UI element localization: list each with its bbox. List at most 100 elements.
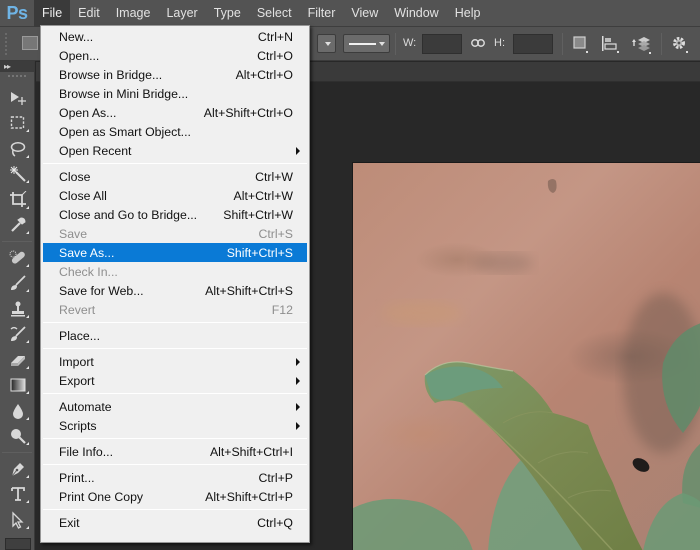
menu-file[interactable]: File bbox=[34, 0, 71, 27]
menu-window[interactable]: Window bbox=[386, 0, 446, 27]
brush-tool-icon[interactable] bbox=[0, 271, 35, 297]
settings-gear-icon[interactable] bbox=[671, 35, 691, 55]
menu-item-print-one-copy[interactable]: Print One Copy Alt+Shift+Ctrl+P bbox=[43, 487, 307, 506]
menu-layer[interactable]: Layer bbox=[158, 0, 205, 27]
menu-item-new[interactable]: New... Ctrl+N bbox=[43, 27, 307, 46]
shortcut-label: Ctrl+O bbox=[257, 48, 293, 63]
menu-item-label: Close All bbox=[59, 188, 107, 203]
menu-item-label: Open... bbox=[59, 48, 100, 63]
blur-tool-icon[interactable] bbox=[0, 398, 35, 424]
menu-item-save-as[interactable]: Save As... Shift+Ctrl+S bbox=[43, 243, 307, 262]
shortcut-label: Ctrl+W bbox=[255, 169, 293, 184]
shortcut-label: Alt+Shift+Ctrl+P bbox=[205, 489, 293, 504]
menu-item-label: Open as Smart Object... bbox=[59, 124, 191, 139]
eyedropper-tool-icon[interactable] bbox=[0, 213, 35, 239]
rectangular-marquee-tool-icon[interactable] bbox=[0, 111, 35, 137]
shortcut-label: Alt+Ctrl+O bbox=[235, 67, 293, 82]
menu-item-label: Scripts bbox=[59, 418, 97, 433]
menu-item-label: Automate bbox=[59, 399, 112, 414]
menu-item-automate[interactable]: Automate bbox=[43, 397, 307, 416]
menu-item-exit[interactable]: Exit Ctrl+Q bbox=[43, 513, 307, 532]
menu-item-export[interactable]: Export bbox=[43, 371, 307, 390]
history-brush-tool-icon[interactable] bbox=[0, 322, 35, 348]
menu-separator bbox=[43, 322, 307, 323]
height-label: H: bbox=[494, 37, 505, 49]
magic-wand-tool-icon[interactable] bbox=[0, 162, 35, 188]
menu-help[interactable]: Help bbox=[447, 0, 489, 27]
menu-view[interactable]: View bbox=[343, 0, 386, 27]
crop-tool-icon[interactable] bbox=[0, 187, 35, 213]
spot-healing-brush-tool-icon[interactable] bbox=[0, 245, 35, 271]
menu-type[interactable]: Type bbox=[206, 0, 249, 27]
menu-item-import[interactable]: Import bbox=[43, 352, 307, 371]
menu-select[interactable]: Select bbox=[249, 0, 300, 27]
divider bbox=[661, 33, 662, 55]
menu-item-label: Exit bbox=[59, 515, 80, 530]
submenu-arrow-icon bbox=[296, 147, 300, 155]
lasso-tool-icon[interactable] bbox=[0, 136, 35, 162]
menu-item-open-recent[interactable]: Open Recent bbox=[43, 141, 307, 160]
menu-item-scripts[interactable]: Scripts bbox=[43, 416, 307, 435]
menu-item-label: Save bbox=[59, 226, 88, 241]
menu-separator bbox=[43, 438, 307, 439]
menu-separator bbox=[43, 509, 307, 510]
stroke-type-dropdown[interactable] bbox=[343, 34, 390, 53]
divider bbox=[395, 33, 396, 55]
pen-tool-icon[interactable] bbox=[0, 456, 35, 482]
menu-edit[interactable]: Edit bbox=[70, 0, 108, 27]
menu-item-place[interactable]: Place... bbox=[43, 326, 307, 345]
menu-item-print[interactable]: Print... Ctrl+P bbox=[43, 468, 307, 487]
shortcut-label: Shift+Ctrl+W bbox=[223, 207, 293, 222]
stroke-line-preview bbox=[349, 43, 376, 45]
menu-image[interactable]: Image bbox=[108, 0, 159, 27]
submenu-arrow-icon bbox=[296, 403, 300, 411]
menu-item-close-and-go-to-bridge[interactable]: Close and Go to Bridge... Shift+Ctrl+W bbox=[43, 205, 307, 224]
shortcut-label: Alt+Shift+Ctrl+I bbox=[209, 444, 293, 459]
submenu-arrow-icon bbox=[296, 358, 300, 366]
menu-item-open[interactable]: Open... Ctrl+O bbox=[43, 46, 307, 65]
menu-separator bbox=[43, 393, 307, 394]
menu-item-label: Check In... bbox=[59, 264, 118, 279]
menu-item-label: Save for Web... bbox=[59, 283, 144, 298]
shortcut-label: Alt+Shift+Ctrl+O bbox=[203, 105, 293, 120]
menu-item-revert: Revert F12 bbox=[43, 300, 307, 319]
menu-item-browse-in-mini-bridge[interactable]: Browse in Mini Bridge... bbox=[43, 84, 307, 103]
link-icon[interactable] bbox=[471, 39, 485, 47]
menu-item-label: Place... bbox=[59, 328, 101, 343]
width-label: W: bbox=[403, 37, 417, 49]
gradient-tool-icon[interactable] bbox=[0, 373, 35, 399]
menu-item-browse-in-bridge[interactable]: Browse in Bridge... Alt+Ctrl+O bbox=[43, 65, 307, 84]
eraser-tool-icon[interactable] bbox=[0, 347, 35, 373]
dodge-tool-icon[interactable] bbox=[0, 424, 35, 450]
tools-panel-collapse-button[interactable]: ▸▸ bbox=[0, 61, 34, 72]
menu-item-label: Save As... bbox=[59, 245, 115, 260]
document-canvas[interactable] bbox=[352, 162, 700, 550]
height-field[interactable] bbox=[513, 34, 553, 54]
path-arrangement-icon[interactable] bbox=[630, 35, 651, 55]
shortcut-label: Ctrl+Q bbox=[257, 515, 293, 530]
options-bar-grip[interactable] bbox=[5, 33, 11, 55]
menu-item-label: Open Recent bbox=[59, 143, 132, 158]
path-selection-tool-icon[interactable] bbox=[0, 507, 35, 533]
menu-item-close[interactable]: Close Ctrl+W bbox=[43, 167, 307, 186]
menu-item-save-for-web[interactable]: Save for Web... Alt+Shift+Ctrl+S bbox=[43, 281, 307, 300]
width-field[interactable] bbox=[422, 34, 462, 54]
shortcut-label: Ctrl+S bbox=[258, 226, 293, 241]
foreground-color-swatch[interactable] bbox=[5, 538, 31, 550]
divider bbox=[2, 241, 32, 242]
menu-item-close-all[interactable]: Close All Alt+Ctrl+W bbox=[43, 186, 307, 205]
menu-item-label: Revert bbox=[59, 302, 96, 317]
menu-item-file-info[interactable]: File Info... Alt+Shift+Ctrl+I bbox=[43, 442, 307, 461]
tool-preset-icon[interactable] bbox=[22, 36, 38, 50]
tools-panel-grip[interactable] bbox=[8, 75, 26, 85]
move-tool-icon[interactable] bbox=[0, 85, 35, 111]
menu-filter[interactable]: Filter bbox=[300, 0, 344, 27]
type-tool-icon[interactable] bbox=[0, 482, 35, 508]
clone-stamp-tool-icon[interactable] bbox=[0, 296, 35, 322]
path-operations-icon[interactable] bbox=[572, 35, 592, 55]
fill-dropdown[interactable] bbox=[317, 34, 336, 53]
menu-item-open-as-smart-object[interactable]: Open as Smart Object... bbox=[43, 122, 307, 141]
menu-item-open-as[interactable]: Open As... Alt+Shift+Ctrl+O bbox=[43, 103, 307, 122]
path-alignment-icon[interactable] bbox=[601, 35, 621, 55]
menu-bar: Ps File Edit Image Layer Type Select Fil… bbox=[0, 0, 700, 27]
